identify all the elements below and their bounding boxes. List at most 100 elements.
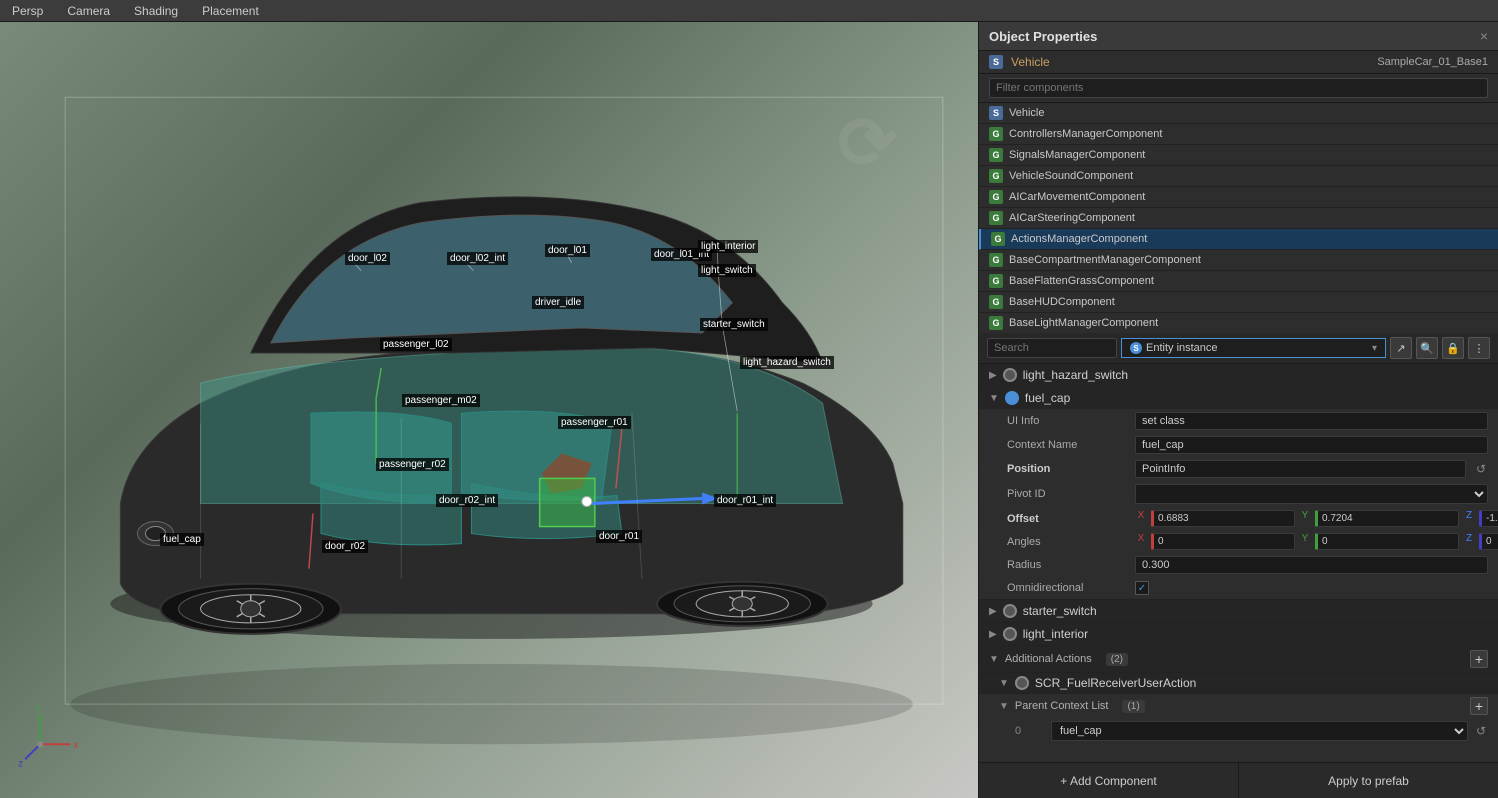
angles-x-input[interactable]: [1151, 533, 1295, 550]
offset-xyz-group: X Y Z: [1135, 510, 1498, 527]
menu-shading[interactable]: Shading: [130, 2, 182, 20]
search-input[interactable]: [987, 338, 1117, 358]
menu-persp[interactable]: Persp: [8, 2, 47, 20]
omni-label: Omnidirectional: [1007, 582, 1127, 594]
context-select[interactable]: fuel_cap: [1051, 721, 1468, 741]
comp-base-flatten[interactable]: G BaseFlattenGrassComponent: [979, 271, 1498, 292]
main-area: ⟳ x y z door_l02 door_l02_int door_l01 d…: [0, 22, 1498, 798]
more-button[interactable]: ⋮: [1468, 337, 1490, 359]
position-reset-button[interactable]: ↺: [1474, 462, 1488, 476]
angles-y-input[interactable]: [1315, 533, 1459, 550]
position-label: Position: [1007, 463, 1127, 475]
pivot-id-select[interactable]: [1135, 484, 1488, 504]
additional-actions-plus-button[interactable]: +: [1470, 650, 1488, 668]
right-panel: Object Properties × S Vehicle SampleCar_…: [978, 22, 1498, 798]
chevron-icon-fuel: ▼: [989, 393, 999, 404]
svg-text:⟳: ⟳: [838, 103, 899, 183]
comp-name-g2: SignalsManagerComponent: [1009, 149, 1145, 161]
circle-icon-scr: [1015, 676, 1029, 690]
comp-base-light[interactable]: G BaseLightManagerComponent: [979, 313, 1498, 333]
comp-icon-g8: G: [989, 274, 1003, 288]
comp-ai-movement[interactable]: G AICarMovementComponent: [979, 187, 1498, 208]
entity-s-icon: S: [1130, 342, 1142, 354]
comp-icon-g4: G: [989, 190, 1003, 204]
additional-actions-count: (2): [1106, 653, 1128, 666]
comp-name-g7: BaseCompartmentManagerComponent: [1009, 254, 1201, 266]
open-external-button[interactable]: ↗: [1390, 337, 1412, 359]
add-component-button[interactable]: + Add Component: [979, 763, 1239, 798]
dropdown-arrow-icon: ▾: [1372, 343, 1377, 354]
menu-placement[interactable]: Placement: [198, 2, 263, 20]
entity-icon: S: [989, 55, 1003, 69]
prop-row-angles: Angles X Y Z: [979, 530, 1498, 553]
comp-name-g1: ControllersManagerComponent: [1009, 128, 1162, 140]
context-reset-button[interactable]: ↺: [1474, 724, 1488, 738]
filter-input[interactable]: [989, 78, 1488, 98]
comp-name-vehicle: Vehicle: [1009, 107, 1044, 119]
section-name-fuel: fuel_cap: [1025, 391, 1070, 405]
section-name-interior: light_interior: [1023, 627, 1088, 641]
ui-info-value[interactable]: [1135, 412, 1488, 430]
x-label-angles: X: [1135, 533, 1147, 550]
offset-y-input[interactable]: [1315, 510, 1459, 527]
offset-x-input[interactable]: [1151, 510, 1295, 527]
radius-value[interactable]: [1135, 556, 1488, 574]
comp-icon-g5: G: [989, 211, 1003, 225]
parent-context-plus-button[interactable]: +: [1470, 697, 1488, 715]
prop-section-light-interior[interactable]: ▶ light_interior: [979, 623, 1498, 645]
menu-bar: Persp Camera Shading Placement: [0, 0, 1498, 22]
bottom-buttons: + Add Component Apply to prefab: [979, 762, 1498, 798]
svg-text:z: z: [18, 758, 23, 769]
menu-camera[interactable]: Camera: [63, 2, 114, 20]
prop-section-light-hazard[interactable]: ▶ light_hazard_switch: [979, 364, 1498, 386]
comp-ai-steering[interactable]: G AICarSteeringComponent: [979, 208, 1498, 229]
prop-group-light-interior: ▶ light_interior: [979, 623, 1498, 646]
omni-checkbox[interactable]: ✓: [1135, 581, 1149, 595]
viewport[interactable]: ⟳ x y z door_l02 door_l02_int door_l01 d…: [0, 22, 978, 798]
search-button[interactable]: 🔍: [1416, 337, 1438, 359]
comp-vehicle-sound[interactable]: G VehicleSoundComponent: [979, 166, 1498, 187]
circle-icon-fuel: [1005, 391, 1019, 405]
comp-actions-manager[interactable]: G ActionsManagerComponent: [979, 229, 1498, 250]
comp-controllers-manager[interactable]: G ControllersManagerComponent: [979, 124, 1498, 145]
entity-instance-label: Entity instance: [1146, 342, 1218, 354]
parent-context-header[interactable]: ▼ Parent Context List (1) +: [979, 693, 1498, 718]
parent-context-label: Parent Context List: [1015, 700, 1109, 712]
comp-name-g3: VehicleSoundComponent: [1009, 170, 1133, 182]
chevron-icon-scr: ▼: [999, 678, 1009, 689]
prop-row-context-name: Context Name: [979, 433, 1498, 457]
section-name-hazard: light_hazard_switch: [1023, 368, 1128, 382]
prop-row-radius: Radius: [979, 553, 1498, 577]
angles-z-input[interactable]: [1479, 533, 1498, 550]
prop-row-position: Position ↺: [979, 457, 1498, 481]
offset-label: Offset: [1007, 513, 1127, 525]
additional-actions-header[interactable]: ▼ Additional Actions (2) +: [979, 646, 1498, 673]
filter-row: [979, 74, 1498, 103]
comp-icon-g1: G: [989, 127, 1003, 141]
lock-button[interactable]: 🔒: [1442, 337, 1464, 359]
circle-icon-starter: [1003, 604, 1017, 618]
prop-section-starter[interactable]: ▶ starter_switch: [979, 600, 1498, 622]
comp-signals-manager[interactable]: G SignalsManagerComponent: [979, 145, 1498, 166]
prop-section-fuel-cap[interactable]: ▼ fuel_cap: [979, 387, 1498, 409]
position-value[interactable]: [1135, 460, 1466, 478]
component-vehicle[interactable]: S Vehicle: [979, 103, 1498, 124]
section-name-starter: starter_switch: [1023, 604, 1097, 618]
comp-icon-g9: G: [989, 295, 1003, 309]
panel-close-button[interactable]: ×: [1480, 28, 1488, 44]
radius-label: Radius: [1007, 559, 1127, 571]
comp-name-g5: AICarSteeringComponent: [1009, 212, 1135, 224]
comp-name-g6: ActionsManagerComponent: [1011, 233, 1147, 245]
comp-base-compartment[interactable]: G BaseCompartmentManagerComponent: [979, 250, 1498, 271]
prop-row-pivot-id: Pivot ID: [979, 481, 1498, 507]
prop-group-fuel-cap: ▼ fuel_cap UI Info Context Name Position: [979, 387, 1498, 600]
entity-instance-button[interactable]: S Entity instance ▾: [1121, 338, 1386, 358]
svg-text:y: y: [36, 703, 41, 714]
prop-row-ui-info: UI Info: [979, 409, 1498, 433]
circle-icon-hazard: [1003, 368, 1017, 382]
context-name-value[interactable]: [1135, 436, 1488, 454]
offset-z-input[interactable]: [1479, 510, 1498, 527]
scr-section-header[interactable]: ▼ SCR_FuelReceiverUserAction: [979, 673, 1498, 693]
comp-base-hud[interactable]: G BaseHUDComponent: [979, 292, 1498, 313]
apply-to-prefab-button[interactable]: Apply to prefab: [1239, 763, 1498, 798]
